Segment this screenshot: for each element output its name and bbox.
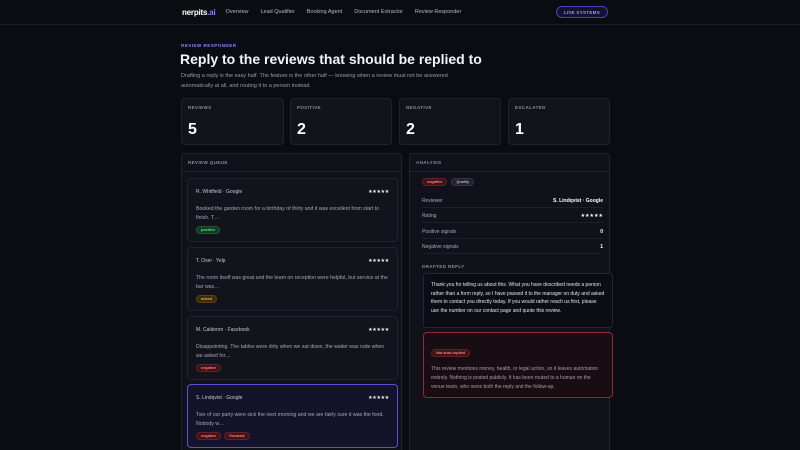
nav-link-overview[interactable]: Overview <box>226 9 249 15</box>
review-item-selected[interactable]: S. Lindqvist · Google ★★★★★ Two of our p… <box>187 384 398 448</box>
row-value: 1 <box>600 243 603 250</box>
star-rating: ★★★★★ <box>580 212 603 219</box>
brand-name: nerpits <box>182 7 208 17</box>
stat-value: 2 <box>297 121 306 138</box>
review-author: M. Calderon · Facebook <box>196 327 250 333</box>
stat-card-reviews: REVIEWS 5 <box>181 98 284 145</box>
row-label: Negative signals <box>422 243 459 250</box>
row-value: 0 <box>600 228 603 235</box>
escalation-text: This review mentions money, health, or l… <box>431 366 599 391</box>
stat-label: NEGATIVE <box>406 105 432 110</box>
sentiment-tag: negative <box>196 432 222 440</box>
escalate-tag: Escalate <box>224 432 250 440</box>
review-excerpt: Booked the garden room for a birthday of… <box>196 206 380 221</box>
sentiment-tag: mixed <box>196 295 217 303</box>
review-excerpt: Disappointing. The tables were dirty whe… <box>196 344 385 359</box>
stat-card-escalated: ESCALATED 1 <box>508 98 610 145</box>
star-rating: ★★★★★ <box>368 395 389 401</box>
row-label: Positive signals <box>422 228 457 235</box>
review-author: R. Whitfield · Google <box>196 189 243 195</box>
live-systems-button[interactable]: LIVE SYSTEMS <box>555 6 608 18</box>
sentiment-tag: negative <box>422 178 448 186</box>
panel-title: ANALYSIS <box>410 154 609 172</box>
nav-link-booking-agent[interactable]: Booking Agent <box>307 9 342 15</box>
analysis-row-positive-signals: Positive signals 0 <box>422 225 603 239</box>
escalation-notice: Not auto-replied This review mentions mo… <box>423 332 613 398</box>
star-rating: ★★★★★ <box>368 258 389 264</box>
not-auto-replied-tag: Not auto-replied <box>431 349 471 357</box>
analysis-row-rating: Rating ★★★★★ <box>422 209 603 223</box>
star-rating: ★★★★★ <box>368 189 389 195</box>
brand-suffix: .ai <box>207 7 216 17</box>
row-value: S. Lindqvist · Google <box>553 197 603 204</box>
page-subtitle: Drafting a reply is the easy half. The f… <box>181 73 448 89</box>
sentiment-tag: positive <box>196 226 221 234</box>
stat-label: ESCALATED <box>515 105 546 110</box>
stat-value: 5 <box>188 121 197 138</box>
category-tag: Quality <box>451 178 475 186</box>
page-title: Reply to the reviews that should be repl… <box>180 51 482 67</box>
nav-links: Overview Lead Qualifier Booking Agent Do… <box>226 9 462 15</box>
drafted-reply-text[interactable]: Thank you for telling us about this. Wha… <box>423 273 613 328</box>
stat-value: 1 <box>515 121 524 138</box>
review-item[interactable]: T. Osei · Yelp ★★★★★ The room itself was… <box>187 247 398 311</box>
page-eyebrow: REVIEW RESPONDER <box>181 43 237 48</box>
review-excerpt: The room itself was great and the team o… <box>196 275 388 290</box>
analysis-panel: ANALYSIS negative Quality Reviewer S. Li… <box>409 153 613 450</box>
row-label: Reviewer <box>422 197 443 204</box>
row-label: Rating <box>422 212 437 219</box>
review-author: T. Osei · Yelp <box>196 258 226 264</box>
star-rating: ★★★★★ <box>368 327 389 333</box>
panel-title: REVIEW QUEUE <box>182 154 401 172</box>
stat-card-negative: NEGATIVE 2 <box>399 98 501 145</box>
nav-link-document-extractor[interactable]: Document Extractor <box>354 9 403 15</box>
review-queue-panel: REVIEW QUEUE R. Whitfield · Google ★★★★★… <box>181 153 402 450</box>
review-item[interactable]: R. Whitfield · Google ★★★★★ Booked the g… <box>187 178 398 242</box>
stat-value: 2 <box>406 121 415 138</box>
nav-link-lead-qualifier[interactable]: Lead Qualifier <box>261 9 295 15</box>
brand-logo[interactable]: nerpits.ai <box>182 8 216 17</box>
stat-card-positive: POSITIVE 2 <box>290 98 392 145</box>
sentiment-tag: negative <box>196 364 222 372</box>
drafted-reply-label: DRAFTED REPLY <box>422 264 465 269</box>
review-item[interactable]: M. Calderon · Facebook ★★★★★ Disappointi… <box>187 316 398 380</box>
nav-link-review-responder[interactable]: Review Responder <box>415 9 461 15</box>
review-excerpt: Two of our party were sick the next morn… <box>196 412 384 427</box>
stat-label: POSITIVE <box>297 105 321 110</box>
top-nav: nerpits.ai Overview Lead Qualifier Booki… <box>0 0 800 25</box>
stat-label: REVIEWS <box>188 105 212 110</box>
review-author: S. Lindqvist · Google <box>196 395 243 401</box>
analysis-row-reviewer: Reviewer S. Lindqvist · Google <box>422 194 603 208</box>
analysis-row-negative-signals: Negative signals 1 <box>422 240 603 254</box>
